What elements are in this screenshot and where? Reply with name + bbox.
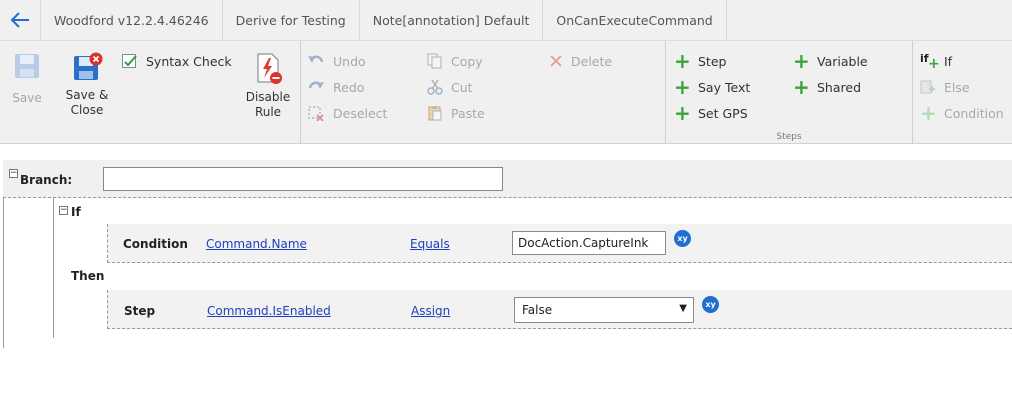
tab-woodford[interactable]: Woodford v12.2.4.46246 <box>41 0 223 40</box>
dropdown-arrow-icon: ▼ <box>679 303 687 314</box>
set-gps-label: Set GPS <box>698 105 748 121</box>
add-shared-button[interactable]: + Shared <box>793 75 862 99</box>
step-operator-link[interactable]: Assign <box>411 304 450 318</box>
if-label: If <box>71 205 81 219</box>
undo-button[interactable]: Undo <box>307 52 366 70</box>
step-label: Step <box>124 304 156 318</box>
tab-derive-for-testing[interactable]: Derive for Testing <box>223 0 360 40</box>
add-set-gps-button[interactable]: + Set GPS <box>674 101 748 125</box>
floppy-disk-close-icon <box>74 52 103 80</box>
deselect-icon <box>308 106 324 121</box>
save-and-close-button[interactable]: Save & Close <box>62 52 112 118</box>
tab-bar: Woodford v12.2.4.46246 Derive for Testin… <box>0 0 1012 41</box>
redo-icon <box>308 81 324 89</box>
cut-label: Cut <box>451 79 473 95</box>
step-value-text: False <box>522 303 553 317</box>
step-label: Step <box>698 53 727 69</box>
deselect-button[interactable]: Deselect <box>307 104 387 122</box>
deselect-label: Deselect <box>333 105 388 121</box>
add-variable-button[interactable]: + Variable <box>793 49 868 73</box>
save-label: Save <box>12 91 42 105</box>
copy-icon <box>427 53 442 69</box>
say-text-label: Say Text <box>698 79 751 95</box>
if-guide-line <box>53 198 54 338</box>
branch-name-input[interactable] <box>103 167 503 191</box>
add-condition-button[interactable]: + Condition <box>920 101 1004 125</box>
ribbon-group-steps: + Step + Say Text + Set GPS + Variable +… <box>666 41 913 144</box>
shared-label: Shared <box>817 79 862 95</box>
step-row: Step Command.IsEnabled Assign False ▼ xy <box>107 290 1012 329</box>
tab-oncanexecutecommand[interactable]: OnCanExecuteCommand <box>543 0 727 40</box>
condition-field-link[interactable]: Command.Name <box>206 237 307 251</box>
xy-expression-icon[interactable]: xy <box>674 230 691 247</box>
add-say-text-button[interactable]: + Say Text <box>674 75 751 99</box>
syntax-check-icon <box>122 53 137 68</box>
undo-icon <box>308 55 324 63</box>
ribbon-group-edit: Undo Redo Deselect Copy Cut Paste Delete <box>301 41 666 144</box>
copy-button[interactable]: Copy <box>427 52 483 70</box>
ribbon-group-file: Save Save & Close Syntax Check Disable R… <box>0 41 301 144</box>
cut-button[interactable]: Cut <box>427 78 473 96</box>
syntax-check-button[interactable]: Syntax Check <box>121 52 232 70</box>
disable-rule-label-1: Disable <box>245 90 291 104</box>
branch-label: Branch: <box>20 173 73 187</box>
back-button[interactable] <box>0 0 41 40</box>
condition-operator-link[interactable]: Equals <box>410 237 450 251</box>
arrow-left-icon <box>10 12 29 28</box>
copy-label: Copy <box>451 53 483 69</box>
syntax-check-label: Syntax Check <box>146 53 232 69</box>
disable-rule-icon <box>257 53 282 84</box>
redo-button[interactable]: Redo <box>307 78 364 96</box>
condition-row: Condition Command.Name Equals DocAction.… <box>107 224 1012 263</box>
else-label: Else <box>944 79 970 95</box>
save-close-label-1: Save & <box>65 88 109 102</box>
add-else-button[interactable]: Else <box>920 78 970 96</box>
add-step-button[interactable]: + Step <box>674 49 727 73</box>
steps-group-label: Steps <box>776 132 802 142</box>
then-label: Then <box>71 269 105 283</box>
plus-icon: + <box>674 75 691 99</box>
ribbon-group-if: if + If Else + Condition <box>913 41 1012 144</box>
delete-x-icon <box>550 55 562 67</box>
disable-rule-label-2: Rule <box>254 105 282 119</box>
save-close-label-2: Close <box>70 103 104 117</box>
plus-icon: + <box>793 49 810 73</box>
step-value-select[interactable]: False ▼ <box>514 297 694 323</box>
branch-row: − Branch: <box>3 160 1012 198</box>
paste-button[interactable]: Paste <box>427 104 485 122</box>
paste-icon <box>428 106 442 121</box>
redo-label: Redo <box>333 79 365 95</box>
condition-label: Condition <box>944 105 1004 121</box>
if-label: If <box>944 53 953 69</box>
plus-icon: + <box>793 75 810 99</box>
if-plus-icon: if + <box>920 52 940 72</box>
condition-label: Condition <box>123 237 188 251</box>
disable-rule-button[interactable]: Disable Rule <box>244 52 292 120</box>
rule-editor: − Branch: − If Condition Command.Name Eq… <box>0 160 1012 350</box>
else-icon <box>920 80 935 94</box>
branch-guide-line <box>3 198 4 348</box>
delete-label: Delete <box>571 53 613 69</box>
plus-icon: + <box>674 101 691 125</box>
condition-value-input[interactable]: DocAction.CaptureInk <box>512 231 666 255</box>
plus-icon: + <box>920 101 937 125</box>
save-button[interactable]: Save <box>6 52 48 106</box>
collapse-branch-icon[interactable]: − <box>9 169 18 178</box>
paste-label: Paste <box>451 105 485 121</box>
xy-expression-icon[interactable]: xy <box>702 296 719 313</box>
add-if-button[interactable]: if + If <box>920 52 953 72</box>
delete-button[interactable]: Delete <box>549 52 612 70</box>
ribbon: Save Save & Close Syntax Check Disable R… <box>0 41 1012 144</box>
collapse-if-icon[interactable]: − <box>59 206 68 215</box>
variable-label: Variable <box>817 53 868 69</box>
undo-label: Undo <box>333 53 366 69</box>
scissors-icon <box>427 79 443 95</box>
floppy-disk-icon <box>15 54 39 78</box>
step-field-link[interactable]: Command.IsEnabled <box>207 304 331 318</box>
tab-note-annotation-default[interactable]: Note[annotation] Default <box>360 0 544 40</box>
plus-icon: + <box>674 49 691 73</box>
